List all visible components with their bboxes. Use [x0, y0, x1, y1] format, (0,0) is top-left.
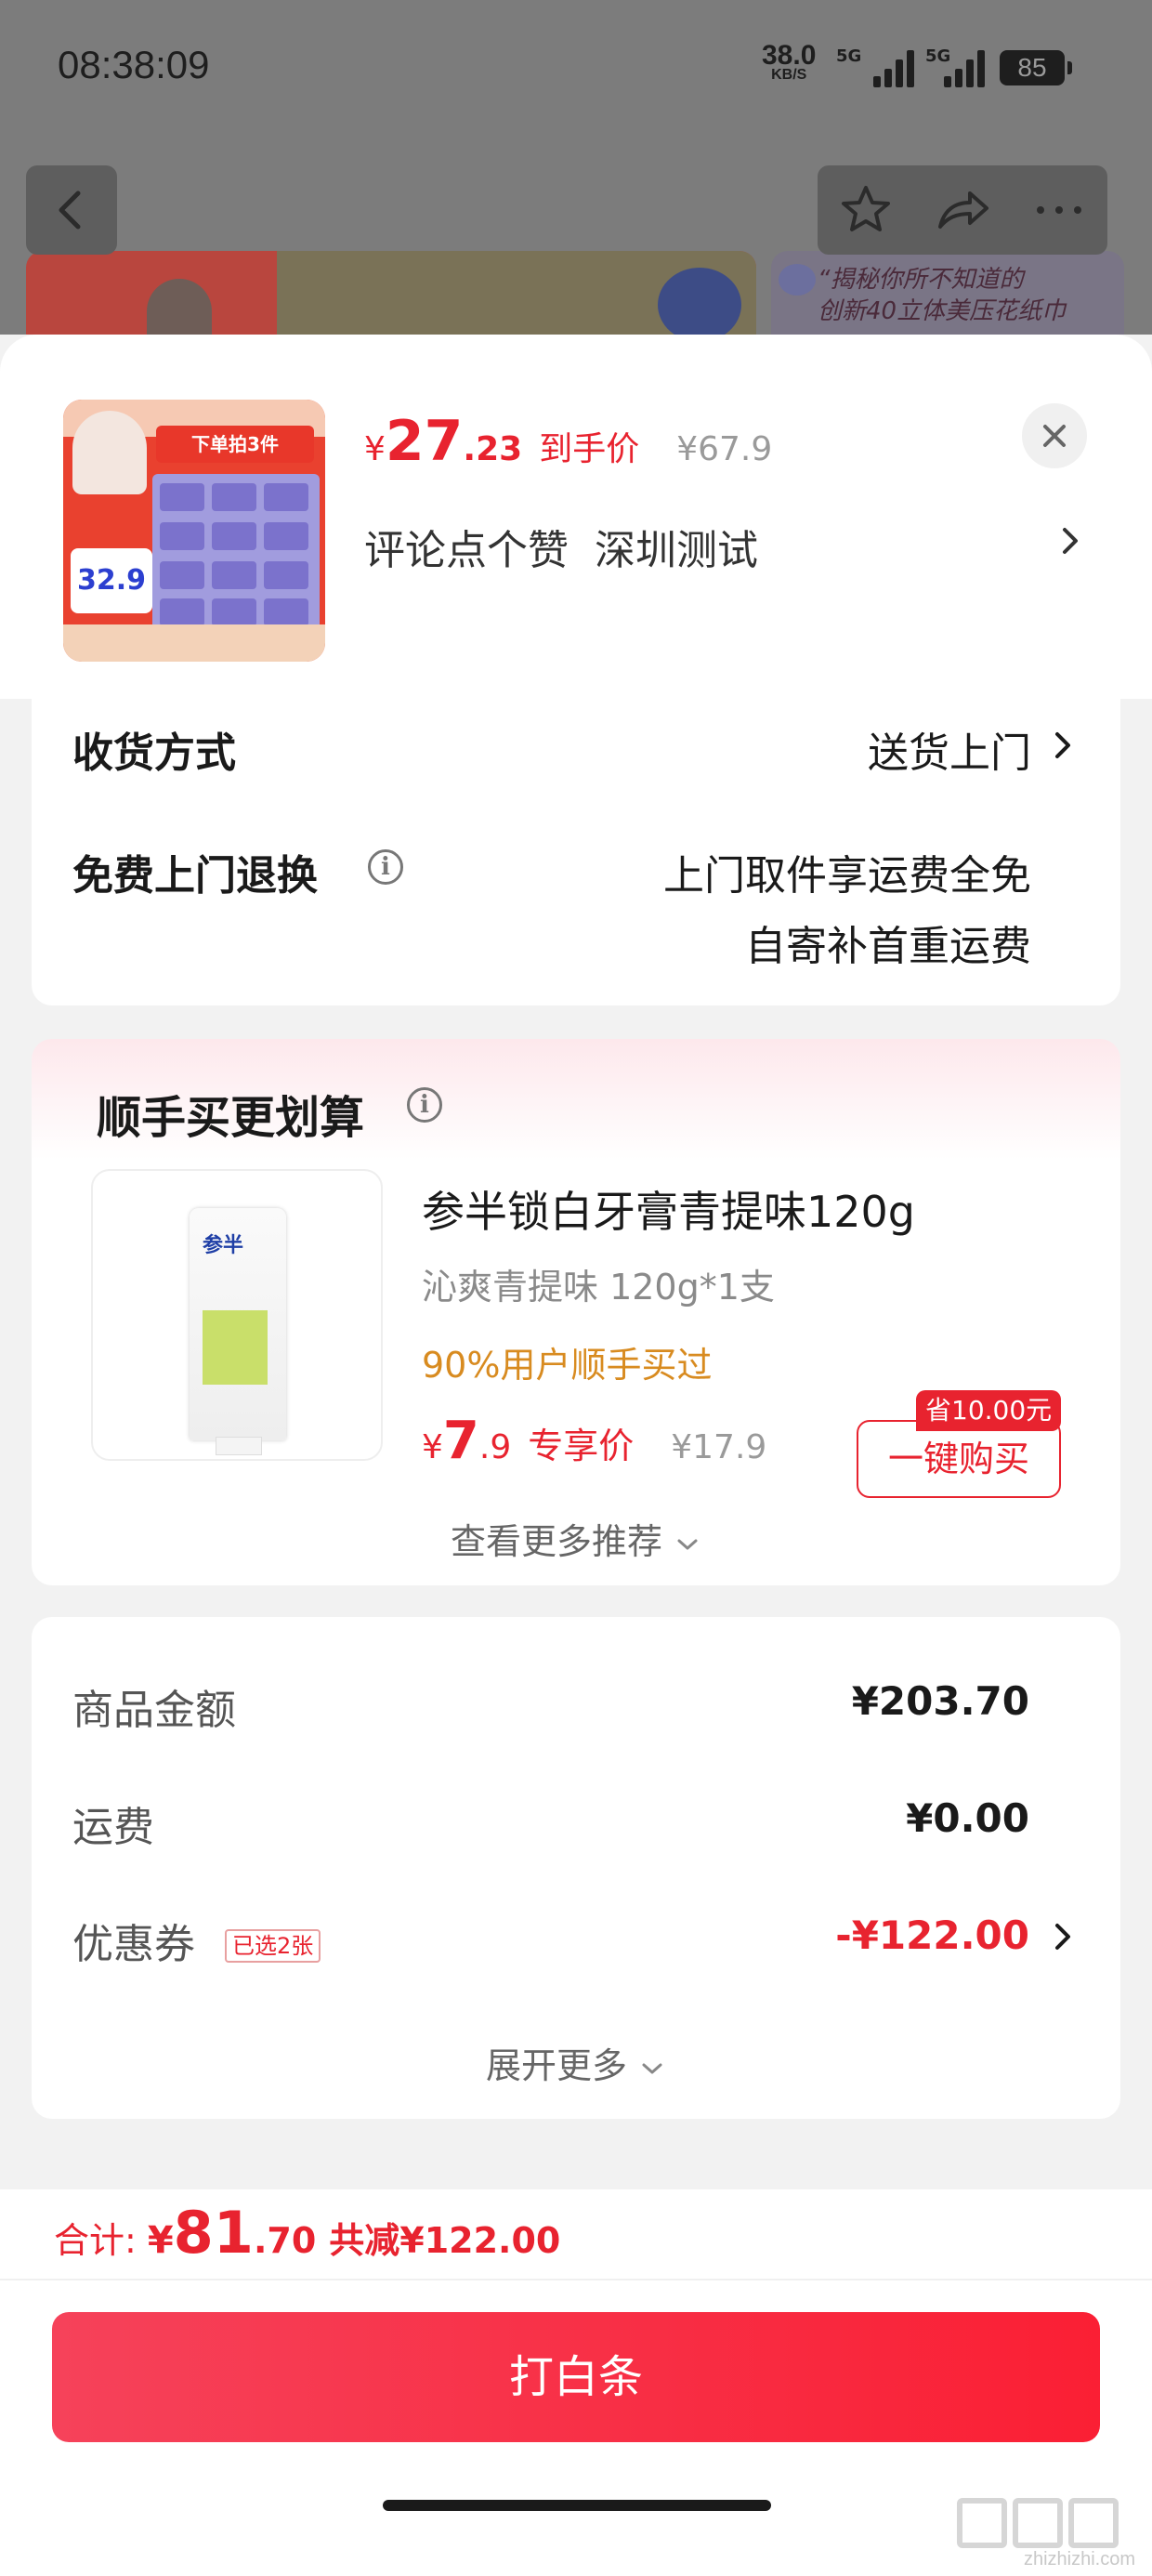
recommend-item-spec: 沁爽青提味 120g*1支: [422, 1267, 775, 1308]
share-icon: [938, 191, 988, 229]
status-bar: 08:38:09 38.0 KB/S 5G 5G 85: [0, 0, 1152, 139]
coupon-value[interactable]: -¥122.00: [835, 1912, 1029, 1958]
more-button[interactable]: [1011, 165, 1107, 255]
delivery-method-label: 收货方式: [72, 729, 236, 777]
address-city: 深圳测试: [595, 527, 758, 574]
more-dots-icon: [1037, 206, 1081, 214]
toothpaste-image: 参半: [190, 1208, 286, 1455]
shipping-value: ¥0.00: [906, 1795, 1029, 1841]
thumbnail-model: [72, 411, 147, 494]
address-selector[interactable]: 评论点个赞 深圳测试: [364, 517, 758, 576]
recommend-title: 顺手买更划算: [97, 1092, 365, 1144]
coupon-label: 优惠券: [72, 1921, 195, 1968]
network-speed: 38.0 KB/S: [762, 40, 817, 84]
background-banner-secondary: “揭秘你所不知道的 创新40立体美压花纸巾: [771, 251, 1124, 335]
favorite-button[interactable]: [818, 165, 914, 255]
product-header: 下单拍3件 32.9 ¥27.23 到手价 ¥67.9 评论点个赞 深圳测试: [0, 335, 1152, 699]
vinda-logo-small: [779, 264, 816, 296]
toolbar: [818, 165, 1107, 255]
delivery-method-value[interactable]: 送货上门: [868, 719, 1031, 779]
banner-text: “揭秘你所不知道的 创新40立体美压花纸巾: [818, 266, 1067, 325]
signal-icon-sim2: 5G: [925, 46, 985, 87]
address-name: 评论点个赞: [364, 527, 569, 574]
status-time: 08:38:09: [58, 43, 210, 86]
watermark-logo: [957, 2498, 1133, 2548]
more-recommend-link[interactable]: 查看更多推荐: [32, 1513, 1120, 1564]
product-price: ¥27.23 到手价 ¥67.9: [364, 409, 773, 474]
battery-icon: 85: [1000, 50, 1072, 85]
chevron-right-icon: [1063, 528, 1078, 554]
price-tag: 专享价: [528, 1426, 635, 1466]
background-banner: [26, 251, 756, 335]
chevron-down-icon: [642, 2063, 662, 2074]
order-sheet: 下单拍3件 32.9 ¥27.23 到手价 ¥67.9 评论点个赞 深圳测试 收…: [0, 335, 1152, 2576]
checkout-area: 打白条 zhizhizhi.com: [0, 2279, 1152, 2576]
free-return-desc-2: 自寄补首重运费: [745, 923, 1031, 970]
recommend-card: 顺手买更划算 i 参半 参半锁白牙膏青提味120g 沁爽青提味 120g*1支 …: [32, 1039, 1120, 1585]
banner-model: [147, 279, 212, 335]
recommend-item-name[interactable]: 参半锁白牙膏青提味120g: [422, 1178, 915, 1240]
free-return-desc-1: 上门取件享运费全免: [663, 852, 1031, 900]
total-discount: 共减¥122.00: [329, 2220, 561, 2261]
home-indicator[interactable]: [383, 2500, 771, 2511]
recommend-item-image[interactable]: 参半: [91, 1169, 383, 1461]
back-button[interactable]: [26, 165, 117, 255]
share-button[interactable]: [914, 165, 1011, 255]
vinda-logo: [658, 268, 741, 335]
total-bar: 合计: ¥81.70 共减¥122.00: [0, 2189, 1152, 2279]
watermark-text: zhizhizhi.com: [1023, 2549, 1135, 2569]
info-icon[interactable]: i: [407, 1087, 442, 1123]
order-total: 合计: ¥81.70 共减¥122.00: [54, 2199, 561, 2267]
chevron-left-icon: [59, 191, 81, 230]
recommend-item-price: ¥7.9 专享价 ¥17.9: [422, 1411, 767, 1471]
free-return-label: 免费上门退换: [72, 852, 318, 900]
signal-icon-sim1: 5G: [836, 46, 914, 87]
thumbnail-price: 32.9: [71, 548, 152, 613]
price-tag: 到手价: [539, 430, 640, 468]
thumbnail-tissue-boxes: [152, 474, 320, 632]
price-summary-card: 商品金额 ¥203.70 运费 ¥0.00 优惠券 已选2张 -¥122.00 …: [32, 1617, 1120, 2119]
close-icon: [1043, 425, 1066, 447]
star-icon: [842, 186, 890, 231]
pay-with-baitiao-button[interactable]: 打白条: [52, 2312, 1100, 2442]
delivery-card: 收货方式 送货上门 免费上门退换 i 上门取件享运费全免 自寄补首重运费: [32, 699, 1120, 1005]
original-price: ¥67.9: [676, 430, 773, 468]
chevron-right-icon[interactable]: [1052, 1918, 1074, 1955]
expand-more-link[interactable]: 展开更多: [32, 2037, 1120, 2088]
original-price: ¥17.9: [671, 1428, 767, 1466]
chevron-right-icon[interactable]: [1052, 727, 1074, 764]
coupon-count-badge: 已选2张: [225, 1929, 321, 1963]
shipping-label: 运费: [72, 1804, 154, 1851]
one-click-buy-button[interactable]: 一键购买: [857, 1420, 1061, 1498]
recommend-item-rate: 90%用户顺手买过: [422, 1345, 713, 1386]
chevron-down-icon: [677, 1539, 698, 1550]
thumbnail-banner: 下单拍3件: [156, 426, 314, 463]
save-badge: 省10.00元: [916, 1390, 1062, 1431]
close-button[interactable]: [1022, 403, 1087, 468]
info-icon[interactable]: i: [368, 849, 403, 885]
product-thumbnail[interactable]: 下单拍3件 32.9: [63, 400, 325, 662]
goods-amount-value: ¥203.70: [851, 1678, 1029, 1724]
goods-amount-label: 商品金额: [72, 1687, 236, 1734]
